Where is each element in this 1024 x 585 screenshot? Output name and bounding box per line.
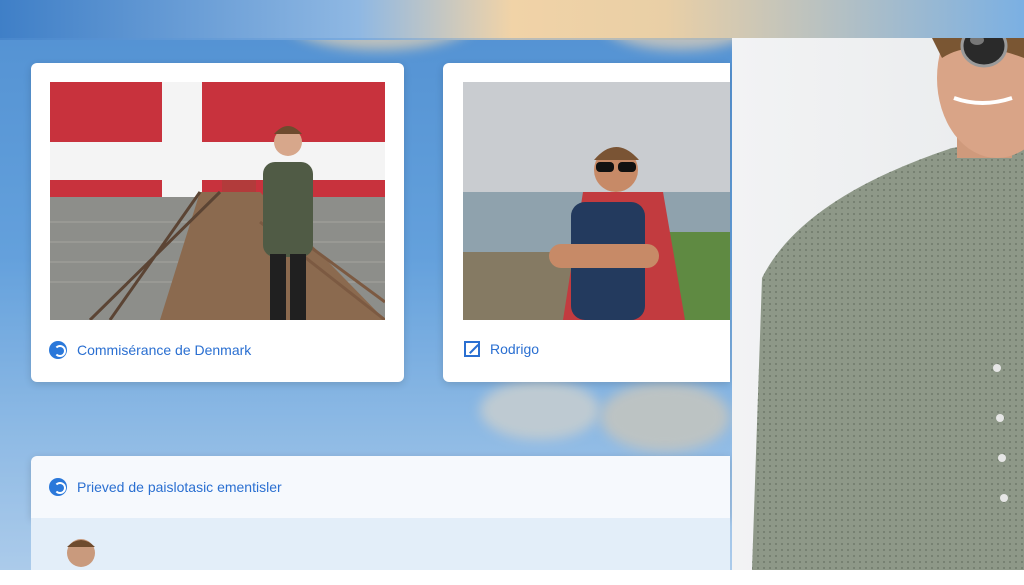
denmark-photo[interactable] — [50, 82, 385, 320]
side-hero-image — [732, 0, 1024, 570]
photo-card-rodrigo[interactable]: Rodrigo — [443, 63, 730, 382]
bottom-panel-header[interactable]: Prieved de paislotasic ementisler — [31, 456, 730, 518]
edit-icon[interactable] — [464, 341, 480, 357]
denmark-photo-image — [50, 82, 385, 320]
chat-bubble-icon[interactable] — [49, 341, 67, 359]
denmark-caption-text: Commisérance de Denmark — [77, 342, 252, 358]
man-portrait-image — [752, 0, 1024, 570]
photo-card-denmark[interactable]: Commisérance de Denmark — [31, 63, 404, 382]
bottom-panel-caption: Prieved de paislotasic ementisler — [49, 478, 282, 496]
avatar[interactable] — [61, 533, 101, 585]
rodrigo-photo-image — [463, 82, 730, 320]
bottom-panel-caption-text: Prieved de paislotasic ementisler — [77, 479, 282, 495]
rodrigo-caption: Rodrigo — [464, 341, 539, 357]
rodrigo-caption-text: Rodrigo — [490, 341, 540, 357]
top-sky-band — [0, 0, 1024, 40]
chat-bubble-icon[interactable] — [49, 478, 67, 496]
rodrigo-photo[interactable] — [463, 82, 730, 320]
denmark-caption: Commisérance de Denmark — [49, 341, 251, 359]
bottom-panel-body — [31, 518, 730, 570]
